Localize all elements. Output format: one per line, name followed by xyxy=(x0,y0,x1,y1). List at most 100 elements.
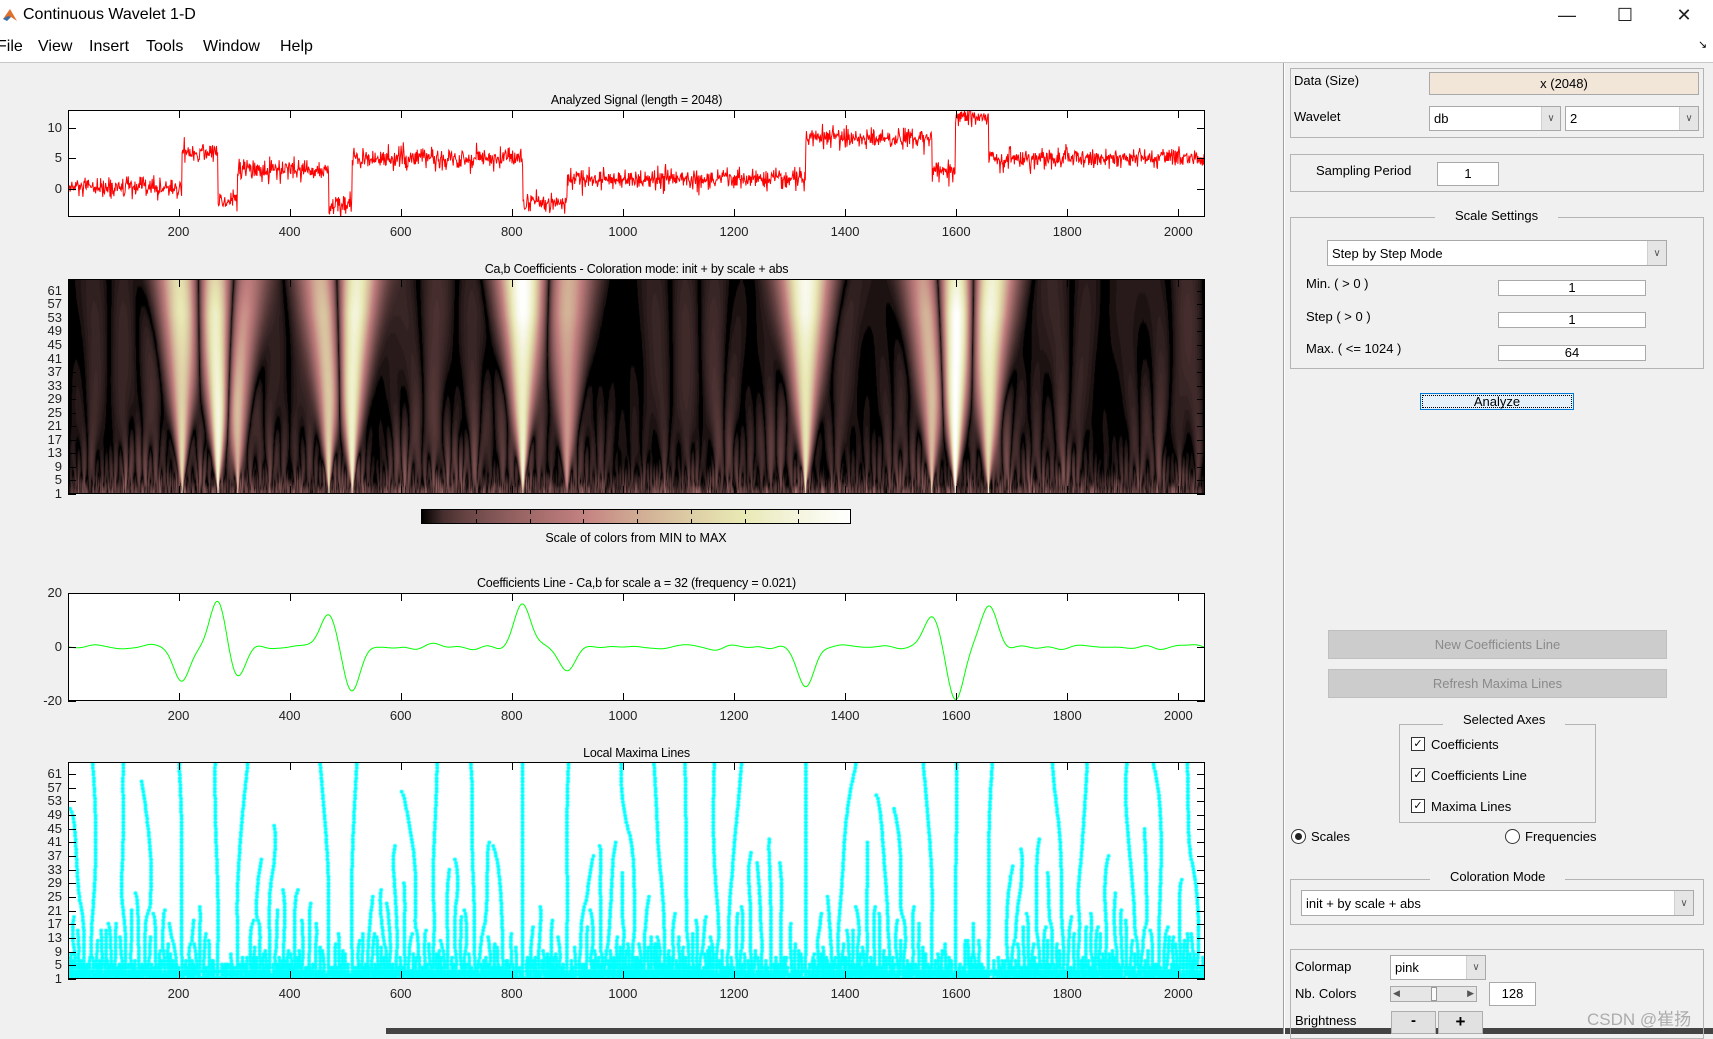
brightness-decrease-button[interactable]: - xyxy=(1391,1011,1436,1034)
coefficients-y-tick-label: 61 xyxy=(47,282,62,298)
maxima-x-tick-label: 800 xyxy=(500,986,523,1001)
maxima-y-tick xyxy=(1197,883,1205,885)
maxima-y-tick xyxy=(68,828,76,830)
wavelet-order-select[interactable]: 2 ∨ xyxy=(1565,106,1699,131)
colorbar-tick xyxy=(637,510,638,514)
brightness-increase-button[interactable]: + xyxy=(1438,1011,1483,1034)
maxima-x-tick-label: 1000 xyxy=(608,986,638,1001)
menu-file[interactable]: File xyxy=(0,38,23,56)
minimize-button[interactable]: — xyxy=(1539,0,1595,30)
signal-x-tick-label: 1200 xyxy=(719,224,749,239)
coef-line-plot-title: Coefficients Line - Ca,b for scale a = 3… xyxy=(476,576,796,590)
coef-line-y-tick-label: 20 xyxy=(47,585,62,600)
coefficients-x-tick xyxy=(178,486,180,494)
maxima-x-tick-label: 600 xyxy=(389,986,412,1001)
coefficients-x-tick xyxy=(733,486,735,494)
signal-plot[interactable] xyxy=(68,110,1205,217)
coef-line-y-tick-label: 0 xyxy=(54,639,62,654)
coefficient-line xyxy=(69,600,1204,700)
coefficients-y-tick-label: 45 xyxy=(47,337,62,353)
coefficients-plot[interactable] xyxy=(68,279,1205,494)
maxima-y-tick-label: 17 xyxy=(47,916,62,932)
coefficients-y-tick-label: 17 xyxy=(47,431,62,447)
sampling-period-input[interactable]: 1 xyxy=(1437,162,1499,186)
coefficients-y-tick xyxy=(1197,358,1205,360)
maxima-lines-checkbox-label: Maxima Lines xyxy=(1431,799,1512,814)
colormap-select[interactable]: pink ∨ xyxy=(1390,955,1486,980)
nb-colors-input[interactable]: 128 xyxy=(1489,982,1536,1006)
refresh-maxima-lines-button[interactable]: Refresh Maxima Lines xyxy=(1328,669,1667,698)
min-scale-input[interactable]: 1 xyxy=(1498,280,1646,296)
dock-arrow-icon[interactable]: ↘ xyxy=(1698,38,1707,51)
slider-left-arrow-icon[interactable]: ◀ xyxy=(1393,988,1400,999)
coefficients-y-tick xyxy=(68,385,76,387)
maxima-y-tick xyxy=(68,979,76,980)
coef-line-x-tick xyxy=(733,593,735,601)
coef-line-plot[interactable] xyxy=(68,593,1205,701)
brightness-label: Brightness xyxy=(1295,1013,1357,1028)
maxima-x-tick xyxy=(400,762,402,770)
maxima-x-tick-label: 1400 xyxy=(830,986,860,1001)
slider-thumb[interactable] xyxy=(1431,987,1437,1001)
maxima-x-tick xyxy=(400,971,402,979)
frequencies-radio[interactable] xyxy=(1505,829,1520,844)
coef-line-y-tick xyxy=(1197,593,1205,594)
nb-colors-slider[interactable]: ◀ ▶ xyxy=(1390,986,1477,1002)
signal-x-tick xyxy=(178,110,180,118)
menu-view[interactable]: View xyxy=(38,38,72,56)
coef-line-x-tick xyxy=(511,693,513,701)
maxima-plot[interactable] xyxy=(68,762,1205,979)
coefficients-line-checkbox[interactable]: ✓ xyxy=(1411,768,1425,782)
menu-bar: File View Insert Tools Window Help ↘ xyxy=(0,30,1713,63)
signal-x-tick-label: 1400 xyxy=(830,224,860,239)
maxima-y-tick xyxy=(1197,951,1205,953)
new-coefficients-line-button[interactable]: New Coefficients Line xyxy=(1328,630,1667,659)
analyze-button[interactable]: Analyze xyxy=(1420,393,1574,410)
coefficients-x-tick xyxy=(733,279,735,287)
maxima-y-tick xyxy=(68,924,76,926)
coefficients-x-tick xyxy=(289,486,291,494)
slider-right-arrow-icon[interactable]: ▶ xyxy=(1467,988,1474,999)
maxima-y-tick-label: 9 xyxy=(54,943,62,959)
menu-tools[interactable]: Tools xyxy=(146,38,183,56)
maxima-y-tick xyxy=(68,869,76,871)
max-scale-input[interactable]: 64 xyxy=(1498,345,1646,361)
signal-y-tick xyxy=(1197,188,1205,190)
coefficients-y-tick xyxy=(1197,439,1205,441)
step-scale-input[interactable]: 1 xyxy=(1498,312,1646,328)
maxima-y-tick xyxy=(1197,896,1205,898)
menu-help[interactable]: Help xyxy=(280,38,313,56)
coefficients-y-tick xyxy=(68,317,76,319)
maxima-y-tick-label: 53 xyxy=(47,793,62,809)
maxima-x-tick xyxy=(622,762,624,770)
maxima-lines-checkbox[interactable]: ✓ xyxy=(1411,799,1425,813)
coloration-mode-select[interactable]: init + by scale + abs ∨ xyxy=(1301,890,1694,916)
coefficients-checkbox[interactable]: ✓ xyxy=(1411,737,1425,751)
maxima-x-tick xyxy=(511,762,513,770)
coefficients-y-tick xyxy=(1197,412,1205,414)
maxima-y-tick xyxy=(1197,965,1205,967)
coefficients-y-tick-label: 9 xyxy=(54,458,62,474)
scales-radio[interactable] xyxy=(1291,829,1306,844)
maxima-y-tick xyxy=(1197,801,1205,803)
coefficients-y-tick xyxy=(68,453,76,455)
signal-x-tick-label: 2000 xyxy=(1163,224,1193,239)
coef-line-y-tick xyxy=(68,647,76,648)
close-button[interactable]: ✕ xyxy=(1656,0,1712,30)
menu-window[interactable]: Window xyxy=(203,38,260,56)
colorbar-tick xyxy=(744,519,746,523)
maxima-y-tick-label: 21 xyxy=(47,902,62,918)
scale-mode-select[interactable]: Step by Step Mode ∨ xyxy=(1327,240,1667,266)
maxima-y-tick-label: 49 xyxy=(47,806,62,822)
coef-line-x-tick xyxy=(1067,593,1069,601)
maxima-y-tick-label: 37 xyxy=(47,847,62,863)
maximize-button[interactable]: ☐ xyxy=(1597,0,1653,30)
maxima-y-tick xyxy=(1197,924,1205,926)
maxima-x-tick-label: 1200 xyxy=(719,986,749,1001)
maxima-y-tick xyxy=(1197,979,1205,980)
maxima-y-tick xyxy=(1197,773,1205,775)
coef-line-y-tick xyxy=(68,593,76,594)
signal-x-tick-label: 400 xyxy=(278,224,301,239)
wavelet-family-select[interactable]: db ∨ xyxy=(1429,106,1561,131)
menu-insert[interactable]: Insert xyxy=(89,38,129,56)
